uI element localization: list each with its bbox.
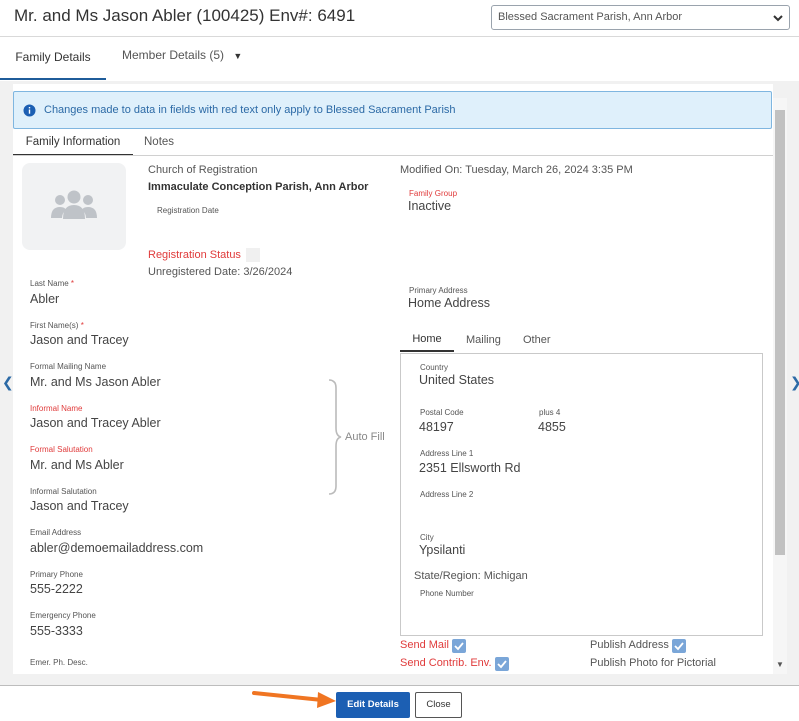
chevron-down-icon — [773, 15, 783, 22]
registration-date-label: Registration Date — [157, 206, 219, 215]
city-value: Ypsilanti — [419, 543, 466, 557]
chevron-left-icon[interactable]: ❮ — [2, 374, 14, 391]
parish-select-value: Blessed Sacrament Parish, Ann Arbor — [498, 11, 683, 23]
informal-salutation-label: Informal Salutation — [30, 487, 97, 496]
auto-fill-brace — [328, 379, 342, 495]
family-group-value: Inactive — [408, 199, 452, 213]
check-icon — [454, 642, 464, 651]
caret-down-icon: ▼ — [233, 51, 243, 61]
auto-fill-button[interactable]: Auto Fill — [345, 431, 385, 443]
informal-salutation-value: Jason and Tracey — [30, 499, 129, 513]
send-contrib-env-checkbox[interactable] — [495, 657, 509, 671]
plus4-label: plus 4 — [539, 408, 561, 417]
church-of-registration-value: Immaculate Conception Parish, Ann Arbor — [148, 181, 369, 193]
plus4-value: 4855 — [538, 420, 566, 434]
address-tab-home[interactable]: Home — [400, 328, 454, 352]
address-tab-other[interactable]: Other — [523, 334, 551, 346]
family-photo[interactable] — [22, 163, 126, 250]
check-icon — [497, 660, 507, 669]
close-button[interactable]: Close — [415, 692, 462, 718]
address-tab-mailing[interactable]: Mailing — [466, 334, 501, 346]
address-line1-label: Address Line 1 — [420, 449, 474, 458]
informal-name-label: Informal Name — [30, 404, 83, 413]
check-icon — [674, 642, 684, 651]
last-name-value: Abler — [30, 292, 60, 306]
parish-select[interactable]: Blessed Sacrament Parish, Ann Arbor — [491, 5, 790, 30]
emer-ph-desc-label: Emer. Ph. Desc. — [30, 658, 88, 667]
tab-notes[interactable]: Notes — [144, 136, 174, 148]
city-label: City — [420, 533, 434, 542]
email-label: Email Address — [30, 528, 82, 537]
publish-address-label: Publish Address — [590, 639, 669, 651]
modified-on: Modified On: Tuesday, March 26, 2024 3:3… — [400, 164, 633, 176]
formal-salutation-value: Mr. and Ms Abler — [30, 458, 124, 472]
footer-divider — [0, 685, 799, 686]
header-divider — [0, 36, 799, 37]
email-value: abler@demoemailaddress.com — [30, 541, 204, 555]
subtab-divider — [13, 155, 773, 156]
formal-salutation-label: Formal Salutation — [30, 445, 93, 454]
country-value: United States — [419, 373, 495, 387]
first-names-value: Jason and Tracey — [30, 333, 129, 347]
tab-family-information[interactable]: Family Information — [13, 133, 133, 156]
tab-family-details[interactable]: Family Details — [0, 36, 106, 80]
primary-address-value: Home Address — [408, 296, 490, 310]
send-mail-label: Send Mail — [400, 639, 449, 651]
send-contrib-env-label: Send Contrib. Env. — [400, 657, 492, 669]
state-region: State/Region: Michigan — [414, 570, 528, 582]
postal-code-value: 48197 — [419, 420, 454, 434]
primary-phone-label: Primary Phone — [30, 570, 83, 579]
country-label: Country — [420, 363, 449, 372]
formal-mailing-name-value: Mr. and Ms Jason Abler — [30, 375, 161, 389]
arrow-pointer-icon — [252, 691, 336, 708]
address-line1-value: 2351 Ellsworth Rd — [419, 461, 521, 475]
postal-code-label: Postal Code — [420, 408, 464, 417]
edit-details-button[interactable]: Edit Details — [336, 692, 410, 718]
phone-number-label: Phone Number — [420, 589, 474, 598]
emergency-phone-label: Emergency Phone — [30, 611, 96, 620]
info-banner-text: Changes made to data in fields with red … — [44, 104, 456, 116]
scroll-down-icon[interactable]: ▼ — [776, 660, 784, 669]
registration-status-label: Registration Status — [148, 249, 241, 261]
first-names-label: First Name(s) * — [30, 321, 84, 330]
family-group-label: Family Group — [409, 189, 458, 198]
formal-mailing-name-label: Formal Mailing Name — [30, 362, 107, 371]
info-icon — [23, 104, 36, 117]
primary-address-label: Primary Address — [409, 286, 468, 295]
publish-address-checkbox[interactable] — [672, 639, 686, 653]
publish-photo-label: Publish Photo for Pictorial — [590, 657, 716, 669]
send-mail-checkbox[interactable] — [452, 639, 466, 653]
tab-member-details-label: Member Details (5) — [122, 48, 225, 62]
modal-title: Mr. and Ms Jason Abler (100425) Env#: 64… — [14, 6, 356, 25]
emergency-phone-value: 555-3333 — [30, 624, 83, 638]
scrollbar-thumb[interactable] — [775, 110, 785, 555]
church-of-registration-label: Church of Registration — [148, 164, 258, 176]
address-line2-label: Address Line 2 — [420, 490, 474, 499]
unregistered-date: Unregistered Date: 3/26/2024 — [148, 266, 293, 278]
tab-member-details[interactable]: Member Details (5) ▼ — [122, 48, 242, 62]
registration-status-value — [246, 248, 260, 262]
last-name-label: Last Name * — [30, 279, 75, 288]
chevron-right-icon[interactable]: ❯ — [790, 374, 799, 391]
primary-phone-value: 555-2222 — [30, 582, 83, 596]
family-group-icon — [51, 190, 97, 219]
informal-name-value: Jason and Tracey Abler — [30, 416, 161, 430]
